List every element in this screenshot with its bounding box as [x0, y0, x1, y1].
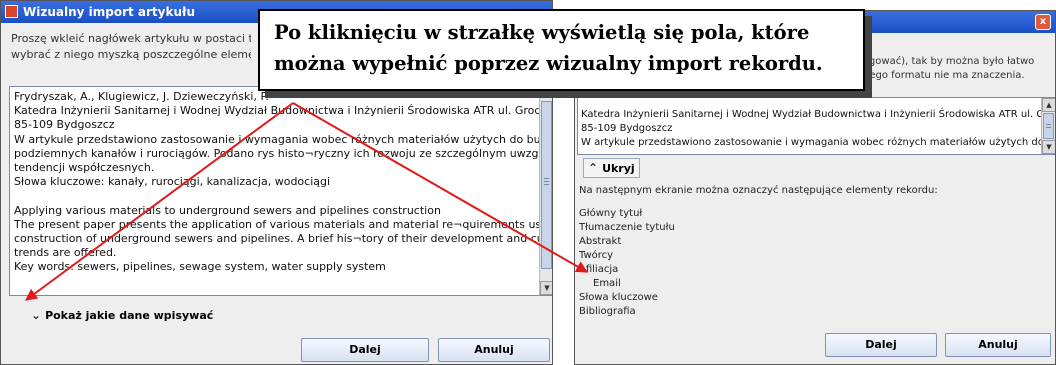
toggle-label: Ukryj	[602, 162, 635, 175]
close-button[interactable]: x	[1035, 14, 1051, 30]
text-line: 85-109 Bydgoszcz	[581, 123, 673, 135]
field-item: Słowa kluczowe	[579, 292, 658, 303]
text-line: The present paper presents the applicati…	[14, 217, 553, 231]
text-line	[10, 275, 552, 289]
window-title: Wizualny import artykułu	[23, 5, 196, 19]
text-line: tendencji współczesnych.	[14, 161, 155, 175]
instruction-line: Proszę wkleić nagłówek artykułu w postac…	[11, 32, 251, 45]
app-icon	[5, 5, 18, 18]
text-line: Key words: sewers, pipelines, sewage sys…	[14, 260, 386, 274]
chevron-down-icon: ⌄	[31, 308, 42, 322]
toggle-label: Pokaż jakie dane wpisywać	[45, 309, 214, 322]
article-header-textarea[interactable]: Katedra Inżynierii Sanitarnej i Wodnej W…	[577, 97, 1056, 155]
scrollbar-thumb[interactable]	[541, 101, 552, 269]
instruction-line: wybrać z niego myszką poszczególne eleme…	[11, 48, 251, 61]
scroll-down-arrow-icon[interactable]: ▼	[540, 281, 552, 295]
fields-info-text: Na następnym ekranie można oznaczyć nast…	[579, 185, 938, 196]
vertical-scrollbar[interactable]: ▼	[539, 87, 552, 295]
text-line: podziemnych kanałów i rurociągów. Podano…	[14, 146, 553, 160]
text-line: construction of underground sewers and p…	[14, 232, 553, 246]
scroll-up-arrow-icon[interactable]: ▲	[1042, 98, 1055, 112]
article-header-textarea[interactable]: Frydryszak, A., Klugiewicz, J. Dzieweczy…	[9, 86, 553, 296]
vertical-scrollbar[interactable]: ▲ ▼	[1041, 98, 1055, 154]
text-line: Katedra Inżynierii Sanitarnej i Wodnej W…	[581, 109, 1055, 120]
instruction-line: ygować), tak by można było łatwo	[863, 56, 1035, 67]
field-item: Abstrakt	[579, 236, 622, 247]
text-line: trends are offered.	[14, 246, 117, 260]
text-line: Słowa kluczowe: kanały, rurociągi, kanal…	[14, 175, 331, 189]
field-item: Afiliacja	[579, 264, 619, 275]
cancel-button[interactable]: Anuluj	[945, 333, 1051, 357]
scrollbar-thumb[interactable]	[1043, 113, 1054, 139]
instruction-line: nego formatu nie ma znaczenia.	[863, 70, 1025, 81]
text-line	[10, 189, 552, 203]
text-line: 85-109 Bydgoszcz	[14, 118, 115, 132]
scroll-down-arrow-icon[interactable]: ▼	[1042, 140, 1055, 154]
text-line: W artykule przedstawiono zastosowanie i …	[14, 132, 553, 146]
hide-fields-toggle[interactable]: ⌃ Ukryj	[583, 158, 640, 178]
show-fields-toggle[interactable]: ⌄ Pokaż jakie dane wpisywać	[31, 308, 213, 322]
instructions: Proszę wkleić nagłówek artykułu w postac…	[11, 31, 251, 63]
next-button[interactable]: Dalej	[825, 333, 937, 357]
textarea-content: Frydryszak, A., Klugiewicz, J. Dzieweczy…	[10, 87, 553, 289]
field-item: Bibliografia	[579, 306, 636, 317]
field-item: Email	[593, 278, 621, 289]
text-line: Katedra Inżynierii Sanitarnej i Wodnej W…	[14, 104, 553, 118]
field-item: Tłumaczenie tytułu	[579, 222, 675, 233]
next-button[interactable]: Dalej	[301, 338, 429, 362]
callout-line: można wypełnić poprzez wizualny import r…	[274, 52, 823, 75]
instructions: ygować), tak by można było łatwo nego fo…	[863, 55, 1053, 83]
field-item: Twórcy	[579, 250, 614, 261]
text-line: Applying various materials to undergroun…	[14, 203, 441, 217]
text-line: Frydryszak, A., Klugiewicz, J. Dzieweczy…	[14, 90, 269, 103]
cancel-button[interactable]: Anuluj	[438, 338, 550, 362]
text-line: W artykule przedstawiono zastosowanie i …	[581, 137, 1056, 149]
textarea-content: Katedra Inżynierii Sanitarnej i Wodnej W…	[578, 98, 1056, 151]
chevron-up-icon: ⌃	[588, 161, 599, 175]
field-item: Główny tytuł	[579, 208, 643, 219]
callout-line: Po kliknięciu w strzałkę wyświetlą się p…	[274, 21, 810, 44]
annotation-callout: Po kliknięciu w strzałkę wyświetlą się p…	[258, 9, 865, 91]
